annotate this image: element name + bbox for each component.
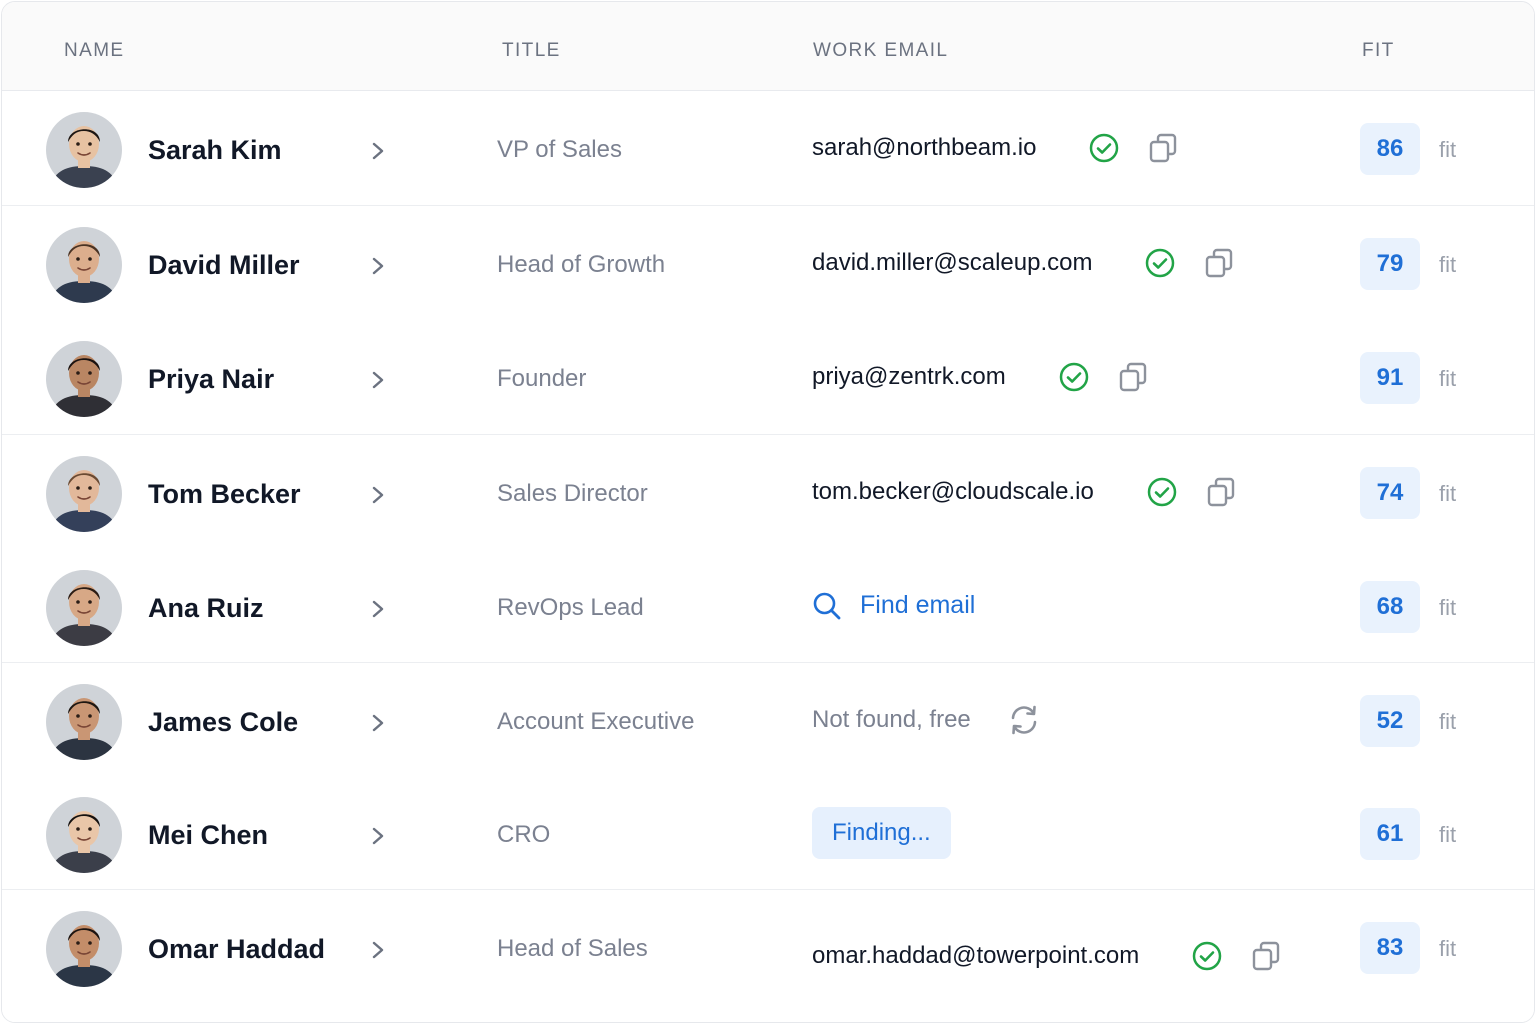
verified-check-icon [1090,133,1119,163]
contact-title: Founder [497,365,587,392]
contacts-table: NAME TITLE WORK EMAIL FIT Sarah Kim VP of… [1,1,1535,1023]
refresh-icon[interactable] [1007,703,1041,737]
column-header-name[interactable]: NAME [64,40,125,62]
column-header-work-email[interactable]: WORK EMAIL [813,40,948,62]
verified-check-icon [1146,248,1175,278]
contact-name[interactable]: James Cole [148,707,298,738]
work-email-cell: Finding... [812,776,951,889]
find-email-button[interactable]: Find email [812,591,975,621]
fit-label: fit [1439,481,1457,506]
fit-label: fit [1439,709,1457,734]
contact-name[interactable]: Tom Becker [148,479,301,510]
avatar [46,797,122,873]
contact-name[interactable]: Ana Ruiz [148,593,264,624]
fit-label: fit [1439,595,1457,620]
work-email-text: sarah@northbeam.io [812,134,1037,161]
contact-name[interactable]: David Miller [148,250,300,281]
chevron-right-icon[interactable] [368,483,388,507]
table-row[interactable]: Tom Becker Sales Director tom.becker@cloud… [2,435,1534,550]
avatar [46,684,122,760]
avatar [46,570,122,646]
work-email-cell: Not found, free [812,663,1041,776]
avatar [46,341,122,417]
work-email-text: tom.becker@cloudscale.io [812,478,1094,505]
work-email-cell: Find email [812,549,975,662]
verified-check-icon [1192,941,1222,971]
fit-score-badge: 74 [1360,467,1420,519]
work-email-cell: david.miller@scaleup.com [812,206,1234,320]
fit-score-badge: 52 [1360,695,1420,747]
table-row[interactable]: David Miller Head of Growth david.miller@s… [2,206,1534,321]
chevron-right-icon[interactable] [368,711,388,735]
fit-label: fit [1439,252,1457,277]
email-status-text: Not found, free [812,705,971,733]
fit-score-badge: 91 [1360,352,1420,404]
copy-icon[interactable] [1204,247,1234,279]
chevron-right-icon[interactable] [368,139,388,163]
table-row[interactable]: Mei Chen CRO Finding... 61 fit [2,776,1534,890]
contact-name[interactable]: Omar Haddad [148,934,325,965]
fit-label: fit [1439,366,1457,391]
chevron-right-icon[interactable] [368,597,388,621]
finding-status-button[interactable]: Finding... [812,806,951,859]
fit-score-badge: 86 [1360,123,1420,175]
chevron-right-icon[interactable] [368,938,388,962]
fit-score-badge: 68 [1360,581,1420,633]
contact-title: Account Executive [497,708,695,735]
search-icon [813,592,841,619]
work-email-cell: priya@zentrk.com [812,320,1148,434]
fit-score-badge: 61 [1360,808,1420,860]
copy-icon[interactable] [1251,940,1281,972]
column-header-fit[interactable]: FIT [1362,40,1395,62]
avatar [46,227,122,303]
fit-score-badge: 79 [1360,238,1420,290]
table-row[interactable]: Priya Nair Founder priya@zentrk.com 91 fit [2,320,1534,435]
work-email-text: omar.haddad@towerpoint.com [812,942,1140,969]
contact-title: RevOps Lead [497,594,644,621]
chevron-right-icon[interactable] [368,254,388,278]
verified-check-icon [1059,362,1088,392]
contact-title: CRO [497,821,551,848]
contact-title: VP of Sales [497,136,622,163]
fit-score-badge: 83 [1360,922,1420,974]
work-email-text: david.miller@scaleup.com [812,249,1093,276]
contact-name[interactable]: Mei Chen [148,820,268,851]
work-email-cell: sarah@northbeam.io [812,91,1178,205]
work-email-cell: omar.haddad@towerpoint.com [812,890,1281,1022]
copy-icon[interactable] [1206,476,1236,508]
table-row[interactable]: James Cole Account Executive Not found, fr… [2,663,1534,777]
table-row[interactable]: Omar Haddad Head of Sales omar.haddad@towe… [2,890,1534,1022]
table-header: NAME TITLE WORK EMAIL FIT [2,2,1534,91]
copy-icon[interactable] [1118,361,1148,393]
contact-name[interactable]: Priya Nair [148,364,274,395]
copy-icon[interactable] [1148,132,1178,164]
column-header-title[interactable]: TITLE [502,40,561,62]
contact-title: Head of Growth [497,251,666,278]
fit-label: fit [1439,137,1457,162]
work-email-cell: tom.becker@cloudscale.io [812,435,1236,549]
fit-label: fit [1439,936,1457,961]
chevron-right-icon[interactable] [368,368,388,392]
find-email-label: Find email [860,591,976,619]
avatar [46,112,122,188]
contact-title: Sales Director [497,480,648,507]
table-row[interactable]: Sarah Kim VP of Sales sarah@northbeam.io 86… [2,91,1534,206]
work-email-text: priya@zentrk.com [812,363,1006,390]
avatar [46,911,122,987]
verified-check-icon [1147,477,1177,507]
table-row[interactable]: Ana Ruiz RevOps Lead Find email 68 fit [2,549,1534,663]
chevron-right-icon[interactable] [368,824,388,848]
contact-title: Head of Sales [497,935,648,962]
contact-name[interactable]: Sarah Kim [148,135,282,166]
fit-label: fit [1439,822,1457,847]
avatar [46,456,122,532]
